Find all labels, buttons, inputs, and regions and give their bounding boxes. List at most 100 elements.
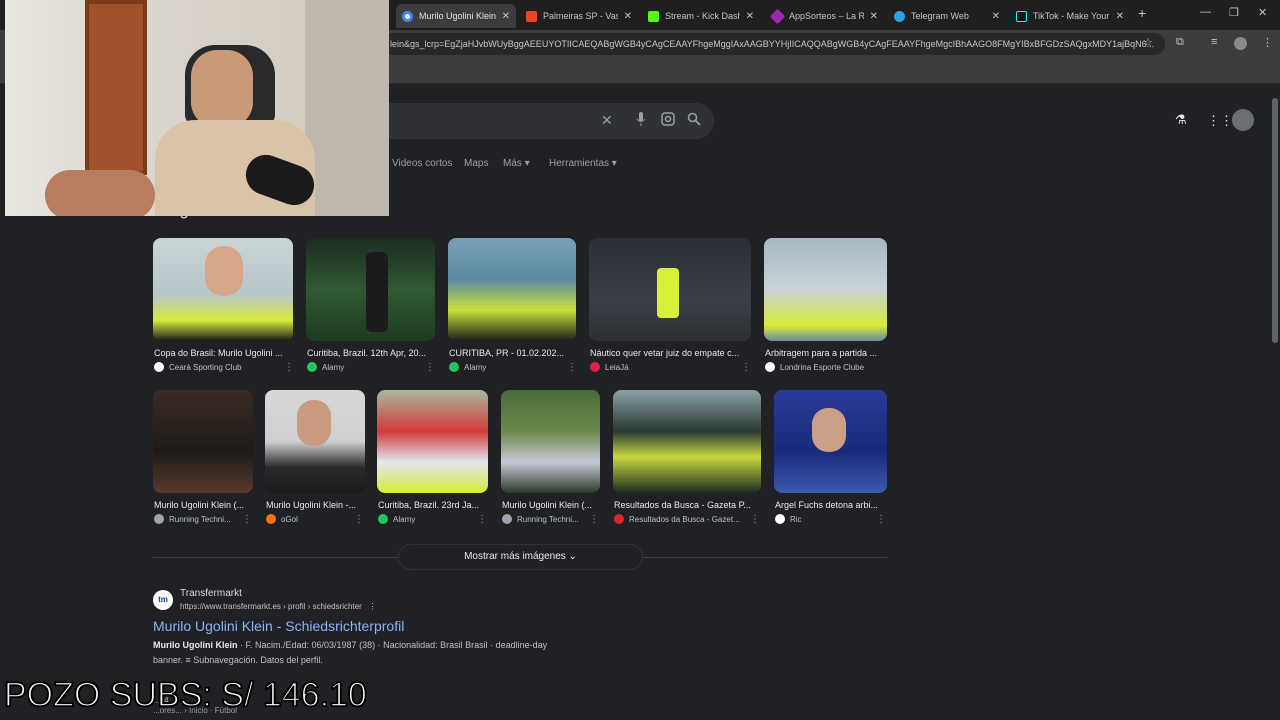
more-options-icon[interactable]: ⋮ [589, 514, 599, 525]
image-source[interactable]: Alamy [307, 362, 417, 372]
menu-kebab-icon[interactable]: ⋮ [1262, 36, 1273, 49]
image-caption[interactable]: Curitiba, Brazil. 23rd Ja... [378, 500, 488, 510]
image-result-6[interactable] [153, 390, 253, 493]
image-result-5[interactable] [764, 238, 887, 341]
image-caption[interactable]: CURITIBA, PR - 01.02.202... [449, 348, 577, 358]
tab-tiktok[interactable]: TikTok - Make Your D ✕ [1010, 4, 1130, 28]
image-result-11[interactable] [774, 390, 887, 493]
close-icon[interactable]: ✕ [1116, 11, 1124, 22]
image-result-7[interactable] [265, 390, 365, 493]
more-options-icon[interactable]: ⋮ [364, 602, 377, 611]
more-options-icon[interactable]: ⋮ [284, 362, 294, 373]
result-site-name[interactable]: Transfermarkt [180, 588, 242, 599]
image-result-10[interactable] [613, 390, 761, 493]
tab-mas[interactable]: Más ▾ [503, 158, 530, 169]
apps-grid-icon[interactable]: ⋮⋮ [1207, 113, 1233, 129]
image-source-label: Running Techni... [517, 514, 579, 524]
image-result-3[interactable] [448, 238, 576, 341]
close-icon[interactable]: ✕ [992, 11, 1000, 22]
more-options-icon[interactable]: ⋮ [750, 514, 760, 525]
image-result-9[interactable] [501, 390, 600, 493]
image-source[interactable]: Running Techni... [502, 514, 584, 524]
search-icon[interactable] [687, 112, 701, 129]
tab-palmeiras[interactable]: Palmeiras SP - Vasco ✕ [520, 4, 638, 28]
image-source[interactable]: Resultados da Busca - Gazet... [614, 514, 744, 524]
address-bar[interactable]: lein&gs_lcrp=EgZjaHJvbWUyBggAEEUYOTIICAE… [380, 33, 1165, 55]
image-source[interactable]: Ric [775, 514, 865, 524]
scrollbar-thumb[interactable] [1272, 98, 1278, 343]
more-options-icon[interactable]: ⋮ [354, 514, 364, 525]
image-source[interactable]: Alamy [449, 362, 559, 372]
close-icon[interactable]: ✕ [502, 11, 510, 22]
clear-icon[interactable]: ✕ [601, 112, 613, 129]
image-source-label: Resultados da Busca - Gazet... [629, 514, 740, 524]
image-caption[interactable]: Resultados da Busca - Gazeta P... [614, 500, 762, 510]
image-caption[interactable]: Curitiba, Brazil. 12th Apr, 20... [307, 348, 435, 358]
image-source-label: Londrina Esporte Clube [780, 362, 865, 372]
image-source[interactable]: Londrina Esporte Clube [765, 362, 875, 372]
tab-maps[interactable]: Maps [464, 158, 488, 169]
bookmark-star-icon[interactable]: ☆ [1143, 36, 1153, 49]
image-result-8[interactable] [377, 390, 488, 493]
tab-appsorteos[interactable]: AppSorteos – La Rule ✕ [766, 4, 884, 28]
google-icon [402, 10, 413, 22]
transfermarkt-logo-icon: tm [153, 590, 173, 610]
image-source[interactable]: LeiaJá [590, 362, 730, 372]
tab-murilo[interactable]: Murilo Ugolini Klein ✕ [396, 4, 516, 28]
new-tab-button[interactable]: + [1138, 5, 1146, 21]
minimize-button[interactable]: — [1200, 6, 1211, 18]
image-source[interactable]: Alamy [378, 514, 468, 524]
close-icon[interactable]: ✕ [870, 11, 878, 22]
telegram-icon [894, 10, 905, 22]
image-caption[interactable]: Náutico quer vetar juiz do empate c... [590, 348, 752, 358]
image-source-label: Alamy [464, 362, 487, 372]
more-options-icon[interactable]: ⋮ [567, 362, 577, 373]
tab-herramientas[interactable]: Herramientas ▾ [549, 158, 617, 169]
image-source[interactable]: Running Techni... [154, 514, 236, 524]
webcam-overlay [5, 0, 389, 216]
kick-icon [648, 10, 659, 22]
tab-telegram[interactable]: Telegram Web ✕ [888, 4, 1006, 28]
lens-icon[interactable] [661, 112, 675, 129]
image-source-label: LeiaJá [605, 362, 629, 372]
close-icon[interactable]: ✕ [746, 11, 754, 22]
more-options-icon[interactable]: ⋮ [876, 514, 886, 525]
image-source-label: oGol [281, 514, 298, 524]
result-snippet: Murilo Ugolini Klein · F. Nacim./Edad: 0… [153, 640, 547, 650]
tab-favicon-icon [526, 10, 537, 22]
close-window-button[interactable]: ✕ [1258, 6, 1267, 19]
tab-kick[interactable]: Stream - Kick Dashbo ✕ [642, 4, 760, 28]
profile-avatar-icon[interactable] [1234, 37, 1247, 50]
image-caption[interactable]: Copa do Brasil: Murilo Ugolini ... [154, 348, 292, 358]
tab-label: Stream - Kick Dashbo [665, 11, 740, 21]
more-images-button[interactable]: Mostrar más imágenes ⌄ [398, 544, 643, 570]
image-result-1[interactable] [153, 238, 293, 341]
labs-flask-icon[interactable]: ⚗ [1175, 112, 1187, 128]
image-source[interactable]: oGol [266, 514, 348, 524]
more-options-icon[interactable]: ⋮ [741, 362, 751, 373]
image-caption[interactable]: Murilo Ugolini Klein -... [266, 500, 366, 510]
image-result-2[interactable] [306, 238, 435, 341]
result-url[interactable]: https://www.transfermarkt.es › profil › … [180, 602, 377, 611]
image-source-label: Ric [790, 514, 802, 524]
tab-videos-cortos[interactable]: Videos cortos [392, 158, 452, 169]
close-icon[interactable]: ✕ [624, 11, 632, 22]
more-options-icon[interactable]: ⋮ [477, 514, 487, 525]
image-result-4[interactable] [589, 238, 751, 341]
result-title-link[interactable]: Murilo Ugolini Klein - Schiedsrichterpro… [153, 618, 404, 634]
microphone-icon[interactable] [636, 112, 646, 130]
extensions-icon[interactable]: ⧉ [1176, 36, 1184, 49]
media-controls-icon[interactable]: ≡ [1211, 36, 1217, 48]
image-source-label: Alamy [393, 514, 416, 524]
image-caption[interactable]: Argel Fuchs detona arbi... [775, 500, 887, 510]
image-caption[interactable]: Arbitragem para a partida ... [765, 348, 887, 358]
more-options-icon[interactable]: ⋮ [242, 514, 252, 525]
tab-label: TikTok - Make Your D [1033, 11, 1110, 21]
maximize-button[interactable]: ❐ [1229, 6, 1239, 19]
account-avatar[interactable] [1232, 109, 1254, 131]
result-url-text: https://www.transfermarkt.es › profil › … [180, 602, 362, 611]
more-options-icon[interactable]: ⋮ [425, 362, 435, 373]
image-source[interactable]: Ceará Sporting Club [154, 362, 279, 372]
image-caption[interactable]: Murilo Ugolini Klein (... [154, 500, 254, 510]
image-caption[interactable]: Murilo Ugolini Klein (... [502, 500, 602, 510]
